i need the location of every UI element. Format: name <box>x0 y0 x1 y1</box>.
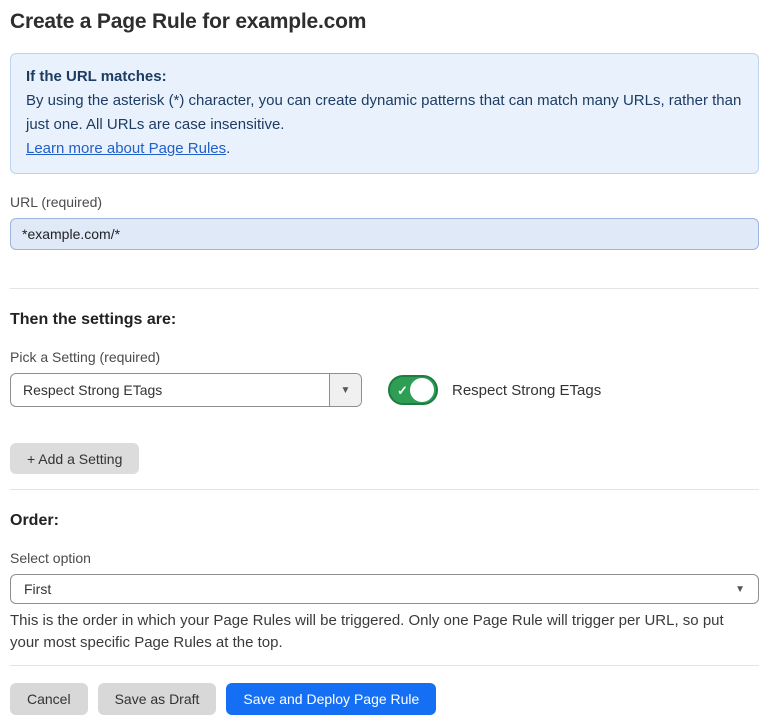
info-box-body: By using the asterisk (*) character, you… <box>26 89 743 137</box>
url-label: URL (required) <box>10 194 759 210</box>
info-box-heading: If the URL matches: <box>26 65 743 89</box>
info-box-link-line: Learn more about Page Rules. <box>26 137 743 161</box>
page-title: Create a Page Rule for example.com <box>10 10 759 34</box>
chevron-down-icon: ▼ <box>341 385 351 396</box>
setting-select[interactable]: Respect Strong ETags ▼ <box>10 373 362 407</box>
setting-toggle[interactable]: ✓ <box>388 375 438 405</box>
setting-toggle-label: Respect Strong ETags <box>452 382 601 399</box>
cancel-button[interactable]: Cancel <box>10 683 88 715</box>
link-suffix: . <box>226 140 230 157</box>
create-page-rule-form: Create a Page Rule for example.com If th… <box>0 0 769 715</box>
check-icon: ✓ <box>397 384 408 397</box>
order-select-label: Select option <box>10 550 759 566</box>
save-and-deploy-button[interactable]: Save and Deploy Page Rule <box>226 683 436 715</box>
chevron-down-icon: ▼ <box>735 584 745 595</box>
setting-select-arrow-button[interactable]: ▼ <box>329 374 361 406</box>
add-setting-button[interactable]: + Add a Setting <box>10 443 139 474</box>
divider <box>10 665 759 666</box>
divider <box>10 489 759 490</box>
save-as-draft-button[interactable]: Save as Draft <box>98 683 217 715</box>
settings-section-heading: Then the settings are: <box>10 311 759 329</box>
order-helper-text: This is the order in which your Page Rul… <box>10 610 755 654</box>
setting-row: Respect Strong ETags ▼ ✓ Respect Strong … <box>10 373 759 407</box>
url-input[interactable] <box>10 218 759 250</box>
order-section-heading: Order: <box>10 512 759 530</box>
pick-setting-label: Pick a Setting (required) <box>10 349 759 365</box>
order-select-value: First <box>24 581 51 597</box>
footer-actions: Cancel Save as Draft Save and Deploy Pag… <box>10 683 759 715</box>
setting-select-value: Respect Strong ETags <box>11 374 329 406</box>
order-select[interactable]: First ▼ <box>10 574 759 604</box>
url-match-info-box: If the URL matches: By using the asteris… <box>10 53 759 174</box>
learn-more-link[interactable]: Learn more about Page Rules <box>26 140 226 157</box>
toggle-knob <box>410 378 434 402</box>
divider <box>10 288 759 289</box>
